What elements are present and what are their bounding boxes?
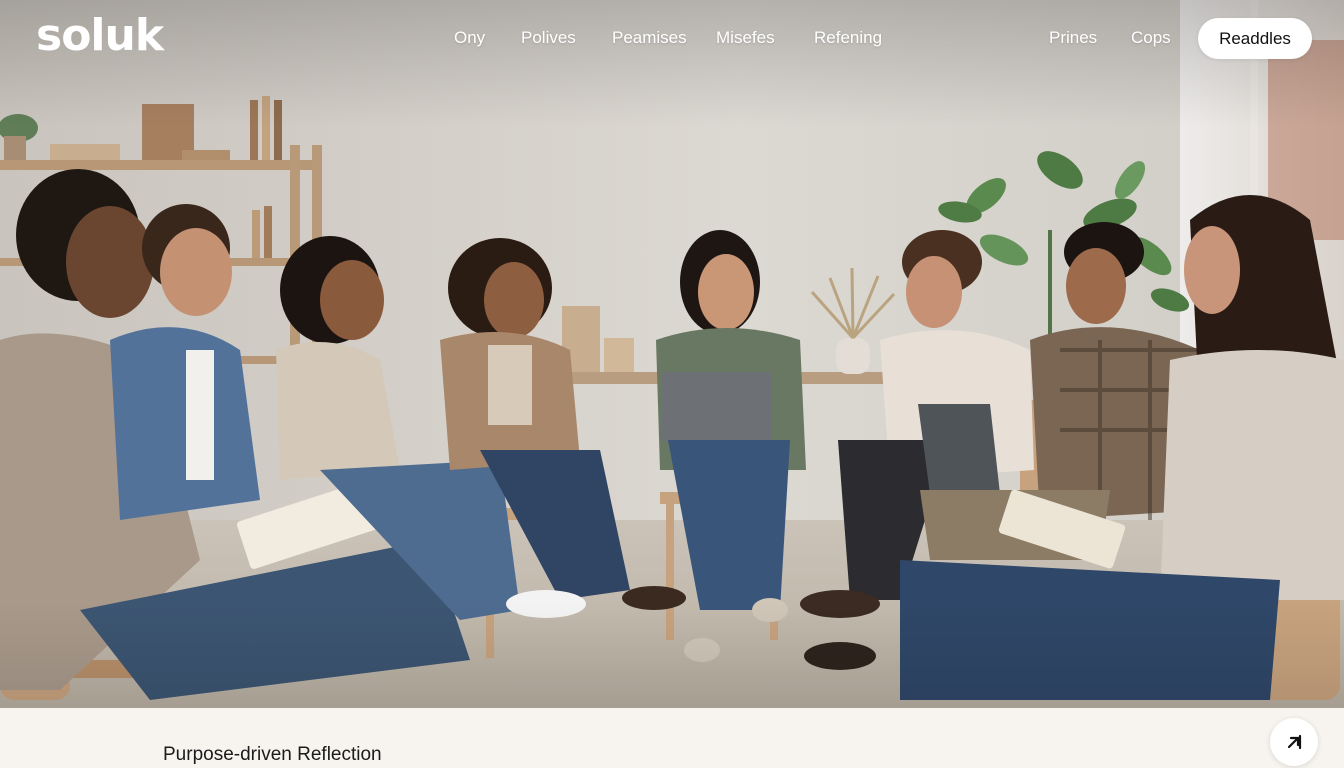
nav-link-peamises[interactable]: Peamises xyxy=(612,28,687,48)
hero-caption: Purpose-driven Reflection xyxy=(163,744,382,765)
nav-link-polives[interactable]: Polives xyxy=(521,28,576,48)
hero-caption-bar: Purpose-driven Reflection xyxy=(0,708,1344,768)
nav-link-misefes[interactable]: Misefes xyxy=(716,28,775,48)
nav-link-ony[interactable]: Ony xyxy=(454,28,485,48)
brand-logo[interactable]: soluk xyxy=(36,10,164,61)
arrow-out-icon xyxy=(1283,731,1305,753)
expand-button[interactable] xyxy=(1270,718,1318,766)
top-navigation: soluk Ony Polives Peamises Misefes Refen… xyxy=(0,0,1344,78)
nav-link-prines[interactable]: Prines xyxy=(1049,28,1097,48)
nav-link-cops[interactable]: Cops xyxy=(1131,28,1171,48)
readdles-button[interactable]: Readdles xyxy=(1198,18,1312,59)
nav-link-refening[interactable]: Refening xyxy=(814,28,882,48)
group-session-photo xyxy=(0,0,1344,708)
hero-image xyxy=(0,0,1344,708)
